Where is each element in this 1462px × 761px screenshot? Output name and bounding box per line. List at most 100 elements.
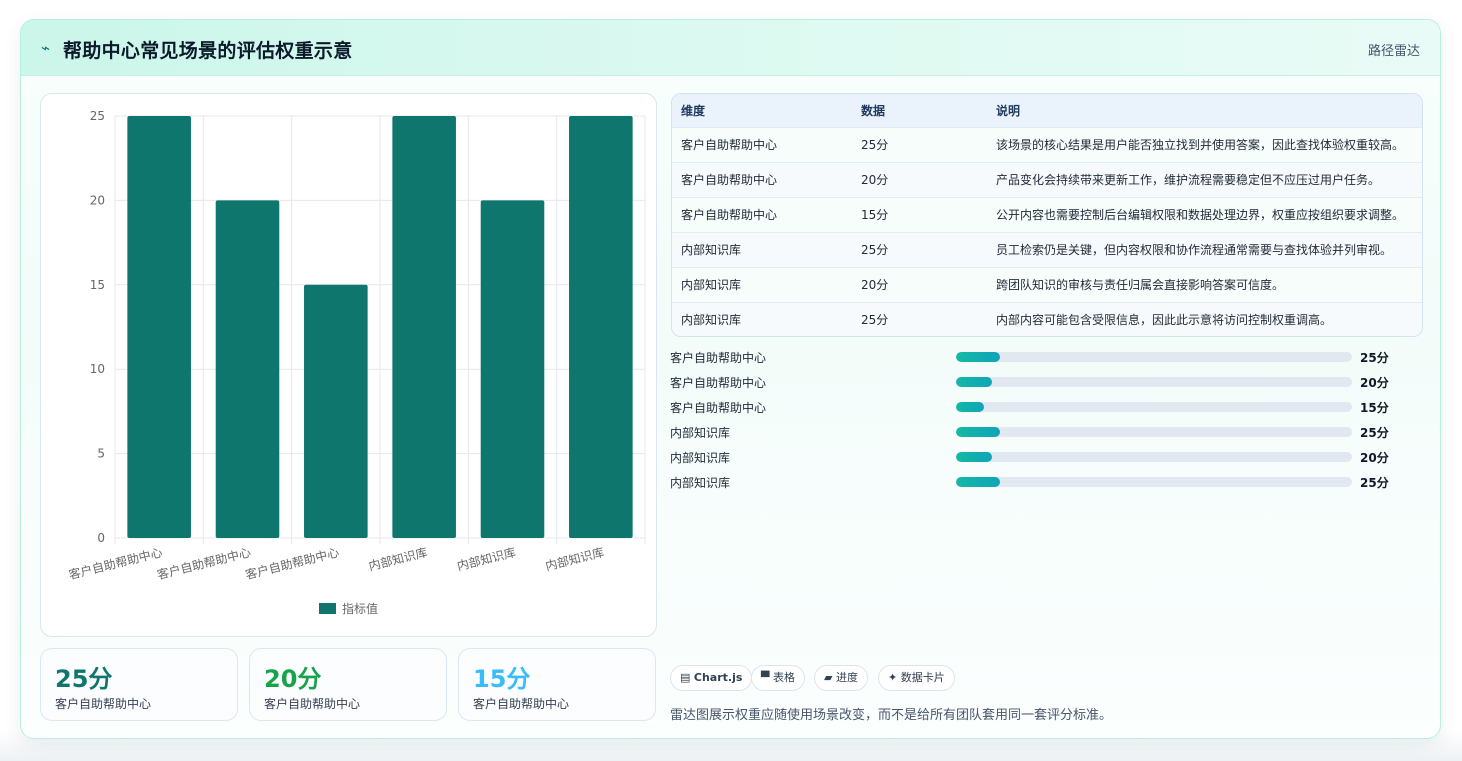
chip-data-card[interactable]: ✦ 数据卡片: [878, 665, 955, 691]
stat-value: 15分: [473, 665, 531, 693]
cell-desc: 员工检索仍是关键，但内容权限和协作流程通常需要与查找体验并列审视。: [996, 243, 1393, 257]
stat-value: 25分: [55, 665, 113, 693]
y-tick-label: 5: [97, 447, 105, 461]
progress-list: 客户自助帮助中心 25分 客户自助帮助中心 20分 客户自助帮助中心 15分 内…: [670, 347, 1400, 497]
progress-label: 内部知识库: [670, 476, 731, 490]
table-icon: ▀: [761, 671, 770, 684]
progress-label: 客户自助帮助中心: [670, 401, 767, 415]
chip-chartjs[interactable]: ▤ Chart.js: [670, 665, 753, 691]
cell-data: 25分: [861, 138, 889, 152]
progress-label: 内部知识库: [670, 451, 731, 465]
progress-value: 15分: [1360, 401, 1389, 415]
y-tick-label: 25: [90, 109, 105, 123]
y-tick-label: 15: [90, 278, 105, 292]
progress-value: 25分: [1360, 426, 1389, 440]
bar: [569, 116, 633, 538]
chip-label: 进度: [835, 671, 858, 684]
table-header-dimension: 维度: [681, 103, 706, 118]
progress-row: 客户自助帮助中心 15分: [670, 397, 1400, 422]
stat-label: 客户自助帮助中心: [264, 697, 361, 711]
cell-dimension: 内部知识库: [681, 243, 742, 257]
chip-label: 表格: [772, 671, 795, 684]
table-header-data: 数据: [861, 103, 886, 118]
stat-label: 客户自助帮助中心: [55, 697, 152, 711]
x-tick-label: 客户自助帮助中心: [244, 544, 341, 582]
bar: [480, 200, 545, 538]
progress-value: 20分: [1360, 451, 1389, 465]
progress-row: 内部知识库 20分: [670, 447, 1400, 472]
table-row: 内部知识库 25分 内部内容可能包含受限信息，因此此示意将访问控制权重调高。: [672, 302, 1422, 336]
progress-row: 客户自助帮助中心 25分: [670, 347, 1400, 372]
progress-track: [956, 477, 1352, 487]
cell-dimension: 内部知识库: [681, 278, 742, 292]
x-tick-label: 内部知识库: [544, 544, 606, 573]
x-tick-label: 客户自助帮助中心: [155, 544, 252, 582]
bar: [392, 116, 456, 538]
progress-fill: [956, 452, 992, 462]
page-title: 帮助中心常见场景的评估权重示意: [63, 40, 353, 62]
chip-progress[interactable]: ▰ 进度: [814, 665, 868, 691]
table-row: 内部知识库 20分 跨团队知识的审核与责任归属会直接影响答案可信度。: [672, 267, 1422, 302]
report-card: ⌁ 帮助中心常见场景的评估权重示意 路径雷达 0 5 10 15 20 25 客户自助帮助中…: [20, 19, 1441, 739]
progress-row: 内部知识库 25分: [670, 422, 1400, 447]
progress-fill: [956, 427, 1000, 437]
stat-label: 客户自助帮助中心: [473, 697, 570, 711]
progress-fill: [956, 377, 992, 387]
table-row: 客户自助帮助中心 25分 该场景的核心结果是用户能否独立找到并使用答案，因此查找体验…: [672, 127, 1422, 162]
progress-fill: [956, 402, 984, 412]
cell-desc: 公开内容也需要控制后台编辑权限和数据处理边界，权重应按组织要求调整。: [996, 208, 1405, 222]
y-tick-label: 20: [90, 193, 105, 207]
x-tick-label: 内部知识库: [455, 544, 517, 573]
progress-track: [956, 402, 1352, 412]
progress-label: 客户自助帮助中心: [670, 376, 767, 390]
progress-fill: [956, 352, 1000, 362]
progress-label: 内部知识库: [670, 426, 731, 440]
table-row: 客户自助帮助中心 20分 产品变化会持续带来更新工作，维护流程需要稳定但不应压过用户…: [672, 162, 1422, 197]
table-header-row: 维度 数据 说明: [672, 94, 1422, 127]
cell-data: 20分: [861, 173, 889, 187]
progress-row: 内部知识库 25分: [670, 472, 1400, 497]
progress-icon: ▰: [824, 671, 833, 684]
cell-desc: 产品变化会持续带来更新工作，维护流程需要稳定但不应压过用户任务。: [996, 173, 1381, 187]
cell-data: 25分: [861, 313, 889, 328]
legend-label: 指标值: [342, 601, 378, 616]
progress-row: 客户自助帮助中心 20分: [670, 372, 1400, 397]
progress-value: 25分: [1360, 476, 1389, 490]
table-header-desc: 说明: [996, 103, 1021, 118]
card-icon: ✦: [888, 671, 898, 684]
cell-data: 25分: [861, 243, 889, 257]
page: ⌁ 帮助中心常见场景的评估权重示意 路径雷达 0 5 10 15 20 25 客户自助帮助中…: [0, 0, 1462, 761]
card-header: ⌁ 帮助中心常见场景的评估权重示意 路径雷达: [21, 20, 1440, 76]
progress-label: 客户自助帮助中心: [670, 351, 767, 365]
bar: [215, 200, 280, 538]
chip-label: Chart.js: [693, 671, 743, 684]
chart-icon: ▤: [680, 671, 691, 684]
footnote: 雷达图展示权重应随使用场景改变，而不是给所有团队套用同一套评分标准。: [670, 708, 1113, 723]
stat-card: 15分 客户自助帮助中心: [458, 648, 656, 721]
progress-track: [956, 377, 1352, 387]
cell-desc: 该场景的核心结果是用户能否独立找到并使用答案，因此查找体验权重较高。: [996, 138, 1405, 152]
y-tick-label: 10: [90, 362, 105, 376]
chip-label: 数据卡片: [900, 671, 945, 684]
table-row: 客户自助帮助中心 15分 公开内容也需要控制后台编辑权限和数据处理边界，权重应按组织…: [672, 197, 1422, 232]
spark-icon: ⌁: [41, 39, 51, 57]
cell-dimension: 客户自助帮助中心: [681, 138, 778, 152]
progress-track: [956, 352, 1352, 362]
stat-card: 25分 客户自助帮助中心: [40, 648, 238, 721]
progress-track: [956, 427, 1352, 437]
cell-desc: 跨团队知识的审核与责任归属会直接影响答案可信度。: [996, 278, 1285, 292]
chip-table[interactable]: ▀ 表格: [751, 665, 805, 691]
bar-chart: 0510152025客户自助帮助中心客户自助帮助中心客户自助帮助中心 内部知识库内…: [67, 109, 646, 616]
stat-card: 20分 客户自助帮助中心: [249, 648, 447, 721]
progress-track: [956, 452, 1352, 462]
x-tick-label: 客户自助帮助中心: [67, 544, 164, 582]
bar-chart-panel: 0 5 10 15 20 25 客户自助帮助中心 客户自助帮助中心 客户自助帮助中心 内部知识库内…: [40, 93, 657, 637]
cell-dimension: 内部知识库: [681, 313, 742, 328]
cell-desc: 内部内容可能包含受限信息，因此此示意将访问控制权重调高。: [996, 313, 1333, 328]
progress-fill: [956, 477, 1000, 487]
table-row: 内部知识库 25分 员工检索仍是关键，但内容权限和协作流程通常需要与查找体验并列审视…: [672, 232, 1422, 267]
cell-dimension: 客户自助帮助中心: [681, 208, 778, 222]
cell-dimension: 客户自助帮助中心: [681, 173, 778, 187]
stat-value: 20分: [264, 665, 322, 693]
cell-data: 15分: [861, 208, 889, 222]
